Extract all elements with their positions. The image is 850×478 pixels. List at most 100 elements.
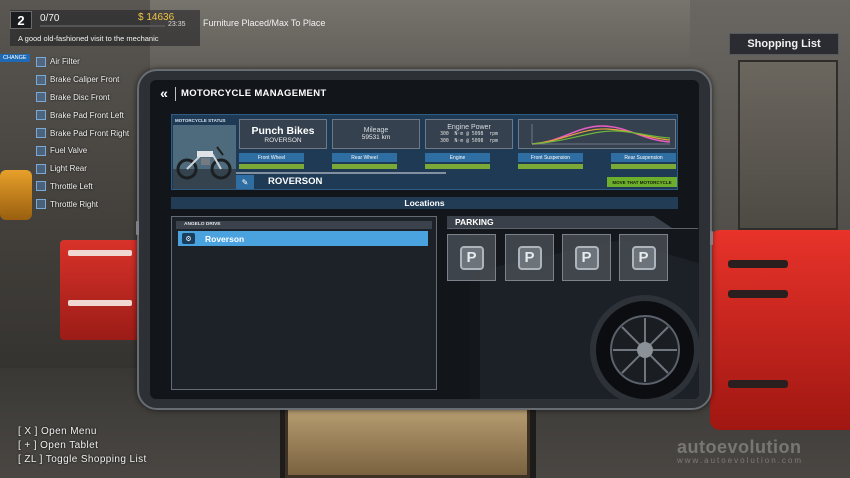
task-label: Fuel Valve [50, 146, 88, 156]
tablet-side-button [136, 221, 139, 235]
location-list: ANGELO DRIVE ⚙ Roverson [171, 216, 437, 390]
name-divider [236, 172, 446, 174]
header-divider [175, 87, 176, 101]
motorcycle-icon: ⚙ [182, 233, 195, 244]
task-label: Brake Pad Front Left [50, 110, 124, 120]
red-tool-cabinet [60, 240, 140, 340]
tablet-screen: « MOTORCYCLE MANAGEMENT MOTORCYCLE STATU… [150, 80, 699, 399]
engine-power-value: 300 N·m @ 5098 rpm [440, 138, 498, 144]
task-item: Throttle Right [36, 195, 146, 213]
parking-icon: P [459, 245, 484, 270]
garage-door [738, 60, 838, 230]
task-checkbox [36, 163, 46, 174]
part-condition-bar [611, 164, 676, 169]
tablet-side-button [710, 231, 713, 245]
bike-brand: Punch Bikes [251, 124, 315, 137]
parking-slot[interactable]: P [447, 234, 496, 281]
task-checkbox [36, 110, 46, 121]
parking-header: PARKING [447, 216, 672, 228]
cabinet-drawer [68, 300, 132, 306]
edit-pencil-icon[interactable]: ✎ [236, 175, 254, 189]
task-checkbox [36, 128, 46, 139]
task-checkbox [36, 56, 46, 67]
status-label: MOTORCYCLE STATUS [175, 118, 226, 123]
control-hint-shopping: [ ZL ] Toggle Shopping List [18, 454, 147, 465]
part-tab[interactable]: Front Suspension [518, 153, 583, 162]
workbench [285, 405, 530, 478]
watermark: autoevolution www.autoevolution.com [677, 437, 803, 465]
change-button[interactable]: CHANGE [0, 54, 30, 62]
back-chevron-icon[interactable]: « [156, 86, 172, 100]
parking-icon: P [574, 245, 599, 270]
parking-slot[interactable]: P [619, 234, 668, 281]
part-tab[interactable]: Front Wheel [239, 153, 304, 162]
engine-power-box: Engine Power 300 N·m @ 5098 rpm 300 N·m … [425, 119, 513, 149]
parking-slot[interactable]: P [562, 234, 611, 281]
task-item: Brake Disc Front [36, 89, 146, 107]
mileage-value: 59531 km [361, 134, 391, 141]
engine-power-label: Engine Power [447, 123, 491, 131]
brand-box: Punch Bikes ROVERSON [239, 119, 327, 149]
locations-header: Locations [171, 197, 678, 209]
toolbox-slot [728, 290, 788, 298]
parking-slot[interactable]: P [505, 234, 554, 281]
part-condition-bar [518, 164, 583, 169]
location-item-label: Roverson [205, 233, 245, 244]
furniture-status: Furniture Placed/Max To Place [203, 18, 326, 28]
tablet-device: « MOTORCYCLE MANAGEMENT MOTORCYCLE STATU… [136, 69, 713, 410]
task-item: Light Rear [36, 160, 146, 178]
task-label: Throttle Left [50, 181, 93, 191]
part-tab[interactable]: Engine [425, 153, 490, 162]
task-item: Fuel Valve [36, 142, 146, 160]
part-condition-bar [239, 164, 304, 169]
clock-display: 23:35 [168, 21, 186, 28]
control-hint-tablet: [ + ] Open Tablet [18, 440, 99, 451]
xp-counter: 0/70 [40, 13, 60, 24]
task-label: Air Filter [50, 57, 80, 67]
xp-progress-bar [40, 25, 165, 27]
mileage-box: Mileage 59531 km [332, 119, 420, 149]
task-label: Brake Pad Front Right [50, 128, 130, 138]
task-item: Brake Pad Front Right [36, 124, 146, 142]
part-tab[interactable]: Rear Suspension [611, 153, 676, 162]
toolbox-slot [728, 380, 788, 388]
cabinet-drawer [68, 250, 132, 256]
move-motorcycle-button[interactable]: MOVE THAT MOTORCYCLE [607, 177, 677, 187]
task-label: Brake Caliper Front [50, 75, 120, 85]
task-label: Brake Disc Front [50, 92, 110, 102]
garage-wall-back [150, 0, 690, 80]
motorcycle-image [173, 125, 236, 189]
mileage-label: Mileage [363, 127, 389, 134]
power-curve-graph [531, 124, 671, 145]
part-condition-bar [332, 164, 397, 169]
motorcycle-name: ROVERSON [268, 176, 323, 187]
watermark-url: www.autoevolution.com [677, 456, 804, 465]
task-item: Brake Pad Front Left [36, 106, 146, 124]
task-list: Air Filter Brake Caliper Front Brake Disc … [36, 53, 146, 213]
control-hint-menu: [ X ] Open Menu [18, 426, 97, 437]
level-badge: 2 [10, 11, 32, 29]
task-checkbox [36, 74, 46, 85]
controls-hint: [ X ] Open Menu [ + ] Open Tablet [ ZL ]… [18, 425, 147, 467]
parking-icon: P [517, 245, 542, 270]
location-group-header: ANGELO DRIVE [176, 221, 432, 229]
task-item: Throttle Left [36, 178, 146, 196]
part-condition-bar [425, 164, 490, 169]
task-label: Light Rear [50, 164, 87, 174]
red-toolbox [710, 230, 850, 430]
engine-power-value: 300 N·m @ 5098 rpm [440, 131, 498, 137]
shopping-list-button[interactable]: Shopping List [729, 33, 839, 55]
task-item: Air Filter [36, 53, 146, 71]
task-item: Brake Caliper Front [36, 71, 146, 89]
task-checkbox [36, 181, 46, 192]
location-list-item[interactable]: ⚙ Roverson [178, 231, 428, 246]
power-graph [518, 119, 676, 149]
task-checkbox [36, 145, 46, 156]
motorcycle-status-panel: MOTORCYCLE STATUS Punch Bikes ROVERSON M… [171, 114, 678, 190]
task-checkbox [36, 199, 46, 210]
bike-model: ROVERSON [264, 136, 302, 144]
parking-divider [447, 228, 698, 229]
part-tab[interactable]: Rear Wheel [332, 153, 397, 162]
orange-tool [0, 170, 32, 220]
watermark-brand: autoevolution [677, 437, 802, 457]
